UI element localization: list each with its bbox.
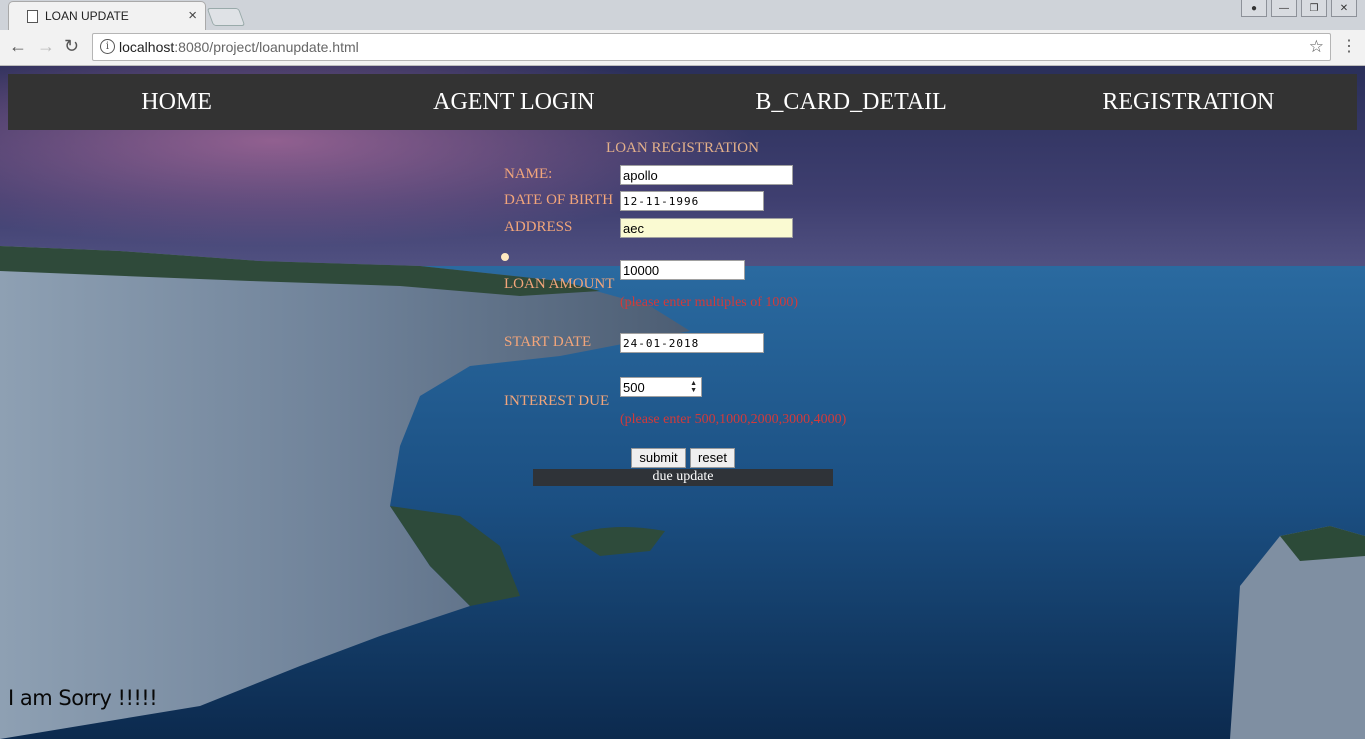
window-controls: ● — ❐ ✕	[1241, 0, 1357, 17]
browser-menu-icon[interactable]: ⋮	[1341, 36, 1357, 56]
dob-input[interactable]: 12-11-1996	[620, 191, 764, 211]
nav-home[interactable]: HOME	[8, 89, 345, 116]
browser-toolbar: ← → ↻ i localhost:8080/project/loanupdat…	[0, 30, 1365, 66]
interest-due-input[interactable]: 500 ▲ ▼	[620, 377, 702, 397]
address-input[interactable]: aec	[620, 218, 793, 238]
browser-tabstrip: LOAN UPDATE × ● — ❐ ✕	[0, 0, 1365, 31]
loan-amount-hint: (please enter multiples of 1000)	[620, 295, 799, 310]
form-title: LOAN REGISTRATION	[606, 140, 759, 156]
page-viewport: HOME AGENT LOGIN B_CARD_DETAIL REGISTRAT…	[0, 66, 1365, 739]
address-bar[interactable]: i localhost:8080/project/loanupdate.html…	[92, 33, 1331, 61]
name-label: NAME:	[504, 166, 553, 182]
nav-b-card-detail[interactable]: B_CARD_DETAIL	[683, 89, 1020, 116]
browser-tab[interactable]: LOAN UPDATE ×	[8, 1, 206, 31]
info-icon[interactable]: i	[100, 39, 115, 54]
nav-registration[interactable]: REGISTRATION	[1020, 89, 1357, 116]
user-icon[interactable]: ●	[1241, 0, 1267, 17]
tab-title: LOAN UPDATE	[45, 9, 129, 23]
bookmark-star-icon[interactable]: ☆	[1309, 37, 1324, 57]
nav-agent-login[interactable]: AGENT LOGIN	[345, 89, 682, 116]
reload-icon[interactable]: ↻	[64, 36, 79, 57]
main-navbar: HOME AGENT LOGIN B_CARD_DETAIL REGISTRAT…	[8, 74, 1357, 130]
close-icon[interactable]: ✕	[1331, 0, 1357, 17]
loan-amount-label: LOAN AMOUNT	[504, 276, 615, 292]
spinner-arrows-icon[interactable]: ▲ ▼	[690, 380, 697, 394]
url-text: localhost:8080/project/loanupdate.html	[119, 39, 359, 55]
interest-due-label: INTEREST DUE	[504, 393, 610, 409]
sorry-message: I am Sorry !!!!!	[8, 686, 158, 710]
reset-button[interactable]: reset	[690, 448, 735, 468]
due-update-link[interactable]: due update	[533, 469, 833, 486]
loan-amount-input[interactable]: 10000	[620, 260, 745, 280]
submit-button[interactable]: submit	[631, 448, 686, 468]
forward-icon[interactable]: →	[37, 36, 55, 57]
url-path: :8080/project/loanupdate.html	[174, 39, 359, 55]
url-host: localhost	[119, 39, 175, 55]
minimize-icon[interactable]: —	[1271, 0, 1297, 17]
interest-due-value: 500	[623, 380, 645, 395]
start-date-input[interactable]: 24-01-2018	[620, 333, 764, 353]
interest-due-hint: (please enter 500,1000,2000,3000,4000)	[620, 412, 847, 427]
tab-close-icon[interactable]: ×	[188, 7, 197, 24]
new-tab-button[interactable]	[206, 8, 246, 26]
restore-icon[interactable]: ❐	[1301, 0, 1327, 17]
document-icon	[27, 10, 38, 23]
address-label: ADDRESS	[504, 219, 573, 235]
dob-label: DATE OF BIRTH	[504, 192, 614, 208]
name-input[interactable]: apollo	[620, 165, 793, 185]
back-icon[interactable]: ←	[9, 36, 27, 57]
start-date-label: START DATE	[504, 334, 592, 350]
